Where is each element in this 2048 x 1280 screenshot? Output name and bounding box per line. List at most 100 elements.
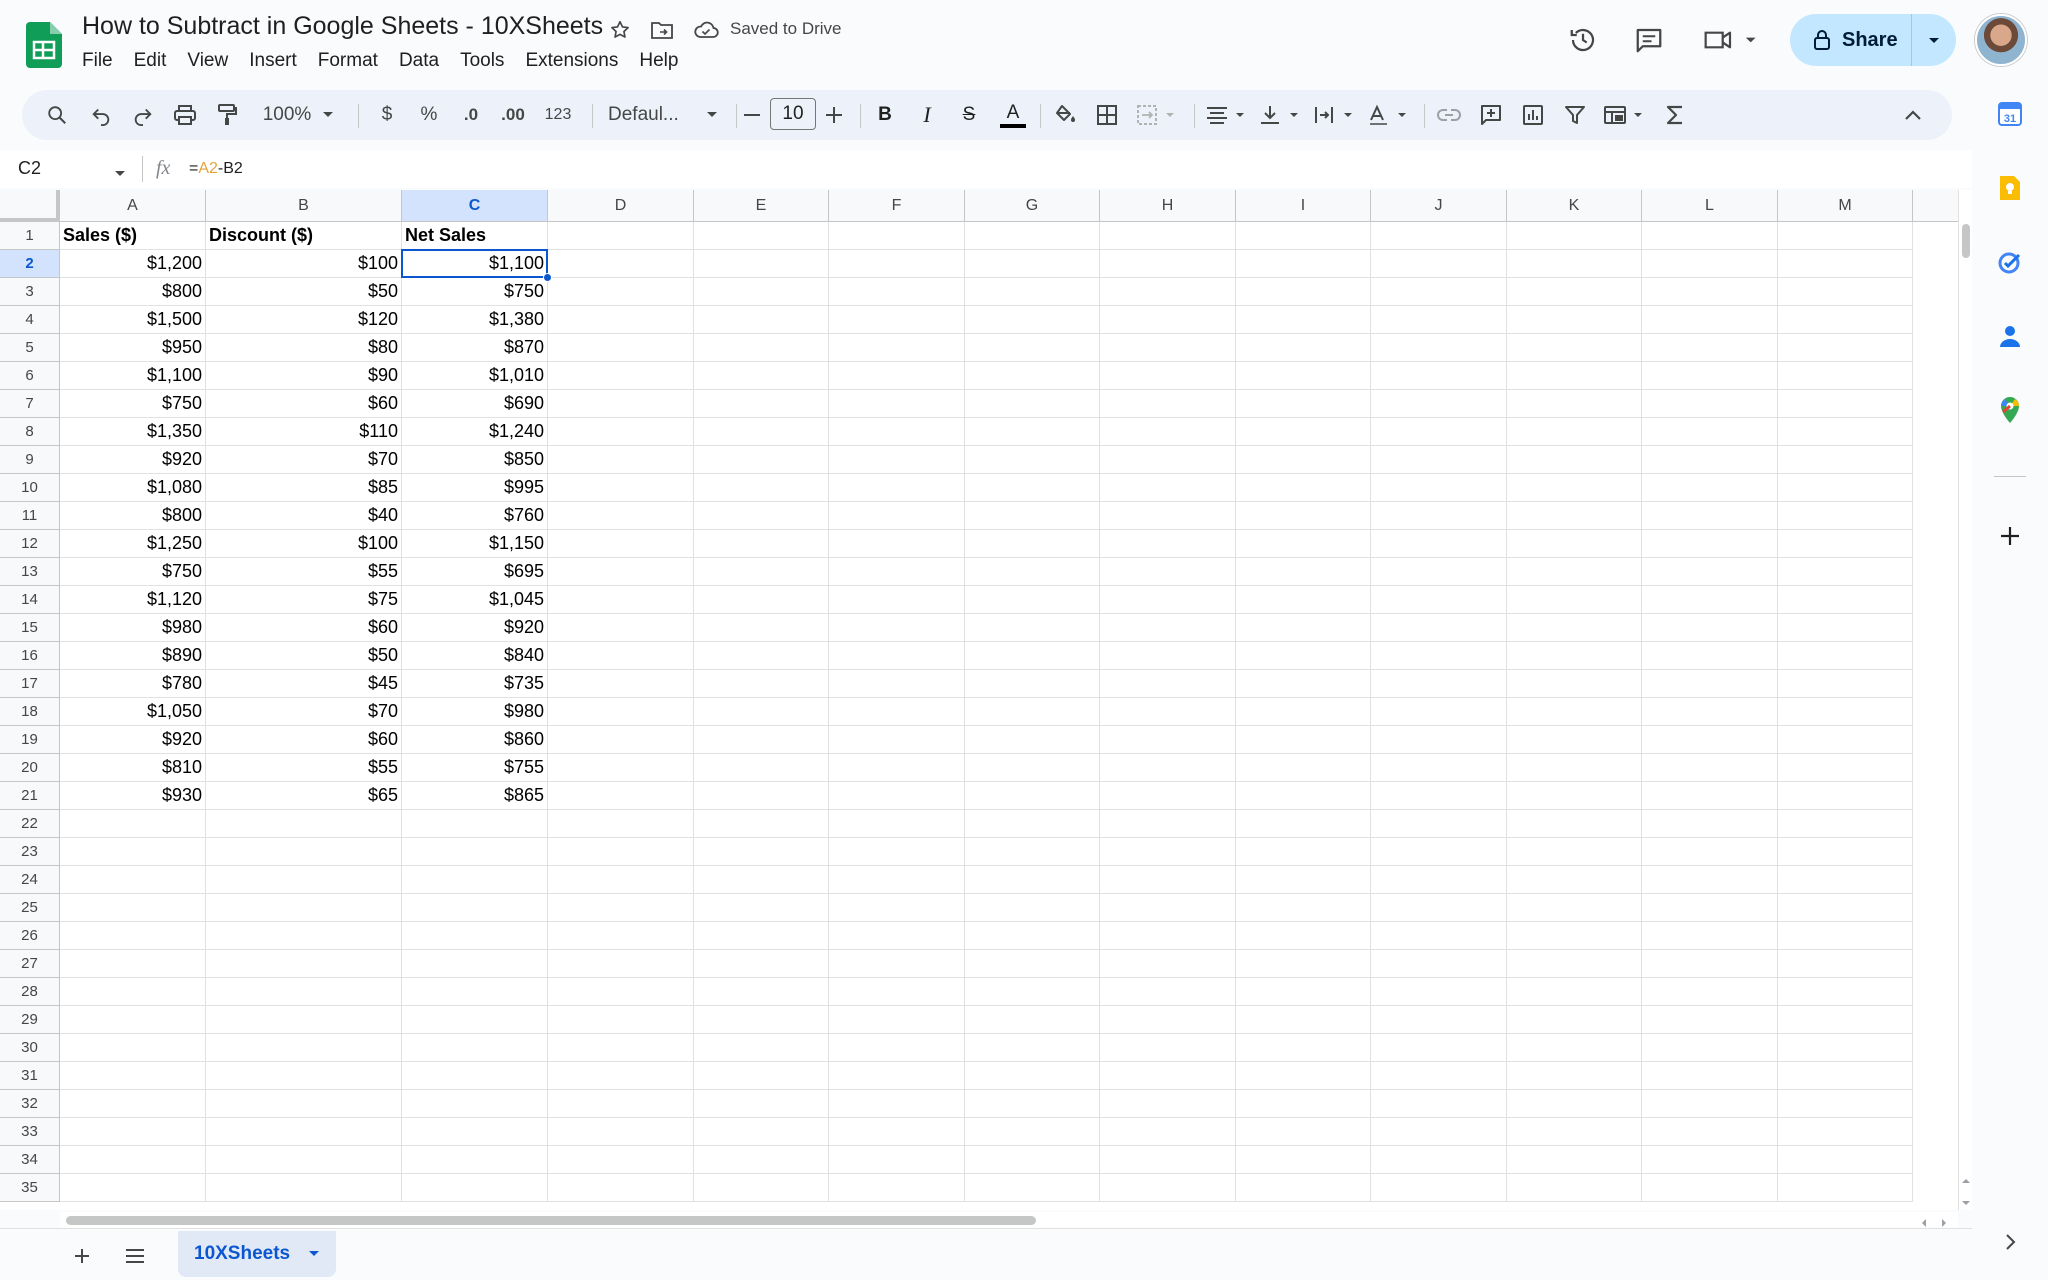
cell-l6[interactable] (1642, 362, 1778, 390)
cell-j11[interactable] (1371, 502, 1507, 530)
search-menus-icon[interactable] (40, 90, 74, 140)
cell-d1[interactable] (548, 222, 694, 250)
cell-j16[interactable] (1371, 642, 1507, 670)
cell-c18[interactable]: $980 (402, 698, 548, 726)
cell-e28[interactable] (694, 978, 829, 1006)
cell-b13[interactable]: $55 (206, 558, 402, 586)
cell-b28[interactable] (206, 978, 402, 1006)
cell-b26[interactable] (206, 922, 402, 950)
share-main-button[interactable]: Share (1790, 14, 1912, 66)
row-header-4[interactable]: 4 (0, 306, 60, 334)
cell-i30[interactable] (1236, 1034, 1371, 1062)
font-dropdown-icon[interactable] (702, 90, 722, 140)
cell-l18[interactable] (1642, 698, 1778, 726)
cell-m28[interactable] (1778, 978, 1913, 1006)
cell-k9[interactable] (1507, 446, 1642, 474)
cell-j2[interactable] (1371, 250, 1507, 278)
keep-icon[interactable] (1994, 172, 2026, 204)
cell-g1[interactable] (965, 222, 1100, 250)
cell-c25[interactable] (402, 894, 548, 922)
cell-f2[interactable] (829, 250, 965, 278)
cell-e17[interactable] (694, 670, 829, 698)
cell-l29[interactable] (1642, 1006, 1778, 1034)
cell-j21[interactable] (1371, 782, 1507, 810)
cell-h9[interactable] (1100, 446, 1236, 474)
cell-d20[interactable] (548, 754, 694, 782)
cell-d17[interactable] (548, 670, 694, 698)
cell-b2[interactable]: $100 (206, 250, 402, 278)
zoom-dropdown-icon[interactable] (318, 90, 338, 140)
column-header-k[interactable]: K (1507, 190, 1642, 222)
cell-j4[interactable] (1371, 306, 1507, 334)
cell-h4[interactable] (1100, 306, 1236, 334)
cell-h7[interactable] (1100, 390, 1236, 418)
cell-j24[interactable] (1371, 866, 1507, 894)
contacts-icon[interactable] (1994, 320, 2026, 352)
cell-b31[interactable] (206, 1062, 402, 1090)
cell-b3[interactable]: $50 (206, 278, 402, 306)
cell-g29[interactable] (965, 1006, 1100, 1034)
all-sheets-icon[interactable] (120, 1241, 150, 1271)
cell-d19[interactable] (548, 726, 694, 754)
cell-i26[interactable] (1236, 922, 1371, 950)
cell-m26[interactable] (1778, 922, 1913, 950)
insert-chart-icon[interactable] (1516, 90, 1550, 140)
cell-c1[interactable]: Net Sales (402, 222, 548, 250)
cell-a10[interactable]: $1,080 (60, 474, 206, 502)
cell-f30[interactable] (829, 1034, 965, 1062)
cell-m19[interactable] (1778, 726, 1913, 754)
cell-a17[interactable]: $780 (60, 670, 206, 698)
cell-a11[interactable]: $800 (60, 502, 206, 530)
menu-help[interactable]: Help (639, 48, 678, 78)
cell-f27[interactable] (829, 950, 965, 978)
cell-f19[interactable] (829, 726, 965, 754)
filter-views-icon[interactable] (1600, 90, 1650, 140)
row-header-30[interactable]: 30 (0, 1034, 60, 1062)
cell-g2[interactable] (965, 250, 1100, 278)
row-header-33[interactable]: 33 (0, 1118, 60, 1146)
cell-h1[interactable] (1100, 222, 1236, 250)
cell-c21[interactable]: $865 (402, 782, 548, 810)
cell-e21[interactable] (694, 782, 829, 810)
cell-e18[interactable] (694, 698, 829, 726)
cell-j26[interactable] (1371, 922, 1507, 950)
text-color-button[interactable]: A (996, 90, 1030, 140)
cell-c13[interactable]: $695 (402, 558, 548, 586)
cell-m12[interactable] (1778, 530, 1913, 558)
column-header-d[interactable]: D (548, 190, 694, 222)
cell-b9[interactable]: $70 (206, 446, 402, 474)
cell-d29[interactable] (548, 1006, 694, 1034)
cell-d34[interactable] (548, 1146, 694, 1174)
cell-h30[interactable] (1100, 1034, 1236, 1062)
cell-c7[interactable]: $690 (402, 390, 548, 418)
cell-c22[interactable] (402, 810, 548, 838)
cell-e26[interactable] (694, 922, 829, 950)
row-header-16[interactable]: 16 (0, 642, 60, 670)
cell-f8[interactable] (829, 418, 965, 446)
cell-f15[interactable] (829, 614, 965, 642)
cell-e3[interactable] (694, 278, 829, 306)
font-family-select[interactable]: Defaul... (604, 90, 698, 140)
cell-l20[interactable] (1642, 754, 1778, 782)
cell-a14[interactable]: $1,120 (60, 586, 206, 614)
increase-font-size-icon[interactable] (818, 90, 850, 140)
decrease-font-size-icon[interactable] (736, 90, 768, 140)
cell-k26[interactable] (1507, 922, 1642, 950)
cell-c20[interactable]: $755 (402, 754, 548, 782)
row-header-29[interactable]: 29 (0, 1006, 60, 1034)
column-header-j[interactable]: J (1371, 190, 1507, 222)
undo-icon[interactable] (84, 90, 118, 140)
cell-i32[interactable] (1236, 1090, 1371, 1118)
cell-f3[interactable] (829, 278, 965, 306)
cell-e7[interactable] (694, 390, 829, 418)
cell-f9[interactable] (829, 446, 965, 474)
row-header-27[interactable]: 27 (0, 950, 60, 978)
cell-l25[interactable] (1642, 894, 1778, 922)
cell-k28[interactable] (1507, 978, 1642, 1006)
cell-j8[interactable] (1371, 418, 1507, 446)
menu-extensions[interactable]: Extensions (525, 48, 618, 78)
add-sheet-icon[interactable] (67, 1241, 97, 1271)
cell-l15[interactable] (1642, 614, 1778, 642)
cell-f5[interactable] (829, 334, 965, 362)
cell-k21[interactable] (1507, 782, 1642, 810)
